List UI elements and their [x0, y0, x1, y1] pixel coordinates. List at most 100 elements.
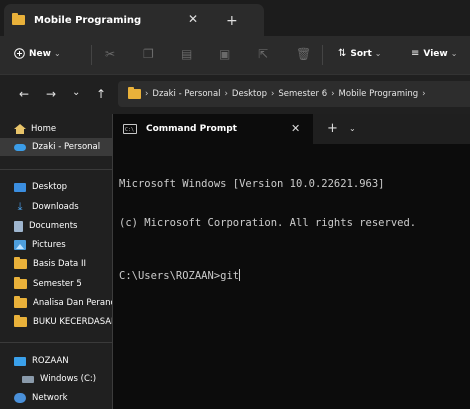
drive-icon	[22, 375, 34, 383]
sidebar-item-label: Downloads	[32, 202, 79, 212]
sidebar-item-desktop[interactable]: Desktop	[0, 178, 118, 196]
breadcrumb-item[interactable]: Dzaki - Personal	[152, 89, 220, 99]
file-explorer-window: Mobile Programing ✕ + New ⌄ ✂ ❐ ▤ ▣ ⇱ 🗑 …	[0, 0, 470, 409]
copy-icon[interactable]: ❐	[143, 47, 154, 61]
sidebar-item-pictures[interactable]: Pictures	[0, 236, 118, 254]
terminal-tab[interactable]: C:\ Command Prompt ✕	[113, 114, 313, 144]
paste-icon[interactable]: ▤	[181, 47, 192, 61]
terminal-tab-title: Command Prompt	[146, 124, 237, 134]
chevron-down-icon[interactable]: ⌄	[349, 124, 356, 133]
sort-button-label: Sort	[350, 48, 372, 59]
breadcrumb-separator: ›	[422, 89, 426, 99]
new-tab-icon[interactable]: +	[327, 121, 338, 136]
sidebar-item-label: Windows (C:)	[40, 374, 97, 384]
sidebar-item-label: Home	[31, 124, 57, 134]
sidebar-item-label: ROZAAN	[32, 356, 69, 366]
share-icon[interactable]: ⇱	[258, 47, 268, 61]
navigation-pane: Home Dzaki - Personal Desktop ⤓ Download…	[0, 114, 118, 409]
sort-button[interactable]: ⇅ Sort ⌄	[338, 48, 382, 59]
sidebar-item-buku[interactable]: BUKU KECERDASAN	[0, 313, 118, 331]
sidebar-item-network[interactable]: Network	[0, 389, 118, 407]
sidebar-item-this-pc[interactable]: ROZAAN	[0, 352, 118, 370]
close-tab-icon[interactable]: ✕	[291, 122, 300, 135]
terminal-prompt-line[interactable]: C:\Users\ROZAAN>git	[119, 269, 470, 283]
text-cursor	[239, 269, 241, 281]
navigation-bar: ← → ⌄ ↑ › Dzaki - Personal › Desktop › S…	[0, 74, 470, 115]
sort-icon: ⇅	[338, 48, 347, 59]
folder-icon	[14, 296, 27, 308]
sidebar-item-documents[interactable]: Documents	[0, 217, 118, 235]
chevron-down-icon: ⌄	[374, 49, 382, 58]
sidebar-item-analisa[interactable]: Analisa Dan Perancangan	[0, 294, 118, 312]
delete-icon[interactable]: 🗑	[296, 47, 311, 61]
sidebar-item-label: Dzaki - Personal	[32, 142, 101, 152]
sidebar-item-label: Analisa Dan Perancangan	[33, 298, 118, 308]
terminal-line: (c) Microsoft Corporation. All rights re…	[119, 217, 417, 229]
terminal-input[interactable]: git	[220, 270, 239, 282]
network-icon	[14, 393, 26, 403]
terminal-line: Microsoft Windows [Version 10.0.22621.96…	[119, 178, 385, 190]
divider	[322, 45, 323, 65]
cut-icon[interactable]: ✂	[105, 47, 115, 61]
folder-icon	[14, 257, 27, 269]
document-icon	[14, 220, 23, 232]
pictures-icon	[14, 240, 26, 250]
breadcrumb-item[interactable]: Mobile Programing	[339, 89, 419, 99]
sidebar-item-onedrive[interactable]: Dzaki - Personal	[0, 138, 118, 156]
sidebar-divider	[0, 169, 118, 170]
download-icon: ⤓	[17, 200, 23, 213]
sidebar-item-basis-data[interactable]: Basis Data II	[0, 255, 118, 273]
explorer-tab-title: Mobile Programing	[34, 14, 142, 26]
forward-arrow-icon[interactable]: →	[46, 87, 56, 101]
close-tab-icon[interactable]: ✕	[188, 12, 198, 26]
sidebar-item-label: Pictures	[32, 240, 66, 250]
recent-locations-icon[interactable]: ⌄	[72, 87, 80, 98]
divider	[91, 45, 92, 65]
folder-icon	[14, 315, 27, 327]
address-bar[interactable]: › Dzaki - Personal › Desktop › Semester …	[118, 81, 470, 107]
sidebar-item-semester-5[interactable]: Semester 5	[0, 275, 118, 293]
breadcrumb-separator: ›	[224, 89, 228, 99]
breadcrumb-separator: ›	[331, 89, 335, 99]
command-prompt-window[interactable]: C:\ Command Prompt ✕ + ⌄ Microsoft Windo…	[112, 114, 470, 409]
terminal-prompt: C:\Users\ROZAAN>	[119, 270, 221, 282]
cloud-icon	[14, 143, 26, 151]
view-icon: ≡	[411, 48, 420, 59]
explorer-tab-strip: Mobile Programing ✕ +	[0, 0, 470, 36]
terminal-output[interactable]: Microsoft Windows [Version 10.0.22621.96…	[119, 152, 470, 309]
breadcrumb-separator: ›	[270, 89, 275, 99]
new-button-label: New	[29, 48, 51, 59]
breadcrumb-item[interactable]: Semester 6	[278, 89, 327, 99]
folder-icon	[12, 13, 25, 25]
up-arrow-icon[interactable]: ↑	[96, 87, 106, 101]
sidebar-item-label: Semester 5	[33, 279, 82, 289]
desktop-icon	[14, 182, 26, 192]
command-bar: New ⌄ ✂ ❐ ▤ ▣ ⇱ 🗑 ⇅ Sort ⌄ ≡ View ⌄	[0, 36, 470, 74]
back-arrow-icon[interactable]: ←	[19, 87, 29, 101]
view-button[interactable]: ≡ View ⌄	[411, 48, 457, 59]
sidebar-divider	[0, 342, 118, 343]
sidebar-item-downloads[interactable]: ⤓ Downloads	[0, 198, 118, 216]
folder-icon	[14, 277, 27, 289]
breadcrumb-separator: ›	[145, 89, 149, 99]
sidebar-item-label: BUKU KECERDASAN	[33, 317, 118, 327]
breadcrumb-item[interactable]: Desktop	[232, 89, 267, 99]
new-tab-icon[interactable]: +	[226, 13, 238, 29]
plus-circle-icon	[14, 48, 25, 59]
chevron-down-icon: ⌄	[53, 49, 61, 58]
explorer-tab[interactable]: Mobile Programing ✕ +	[4, 4, 264, 36]
sidebar-item-windows-c[interactable]: Windows (C:)	[0, 370, 118, 388]
home-icon	[14, 124, 26, 134]
command-prompt-icon: C:\	[123, 124, 137, 134]
pc-icon	[14, 356, 26, 366]
rename-icon[interactable]: ▣	[219, 47, 230, 61]
new-button[interactable]: New ⌄	[14, 48, 61, 59]
terminal-title-bar: C:\ Command Prompt ✕ + ⌄	[113, 114, 470, 144]
sidebar-item-home[interactable]: Home	[0, 120, 118, 138]
sidebar-item-label: Network	[32, 393, 68, 403]
sidebar-item-label: Desktop	[32, 182, 68, 192]
sidebar-item-label: Basis Data II	[33, 259, 86, 269]
sidebar-item-label: Documents	[29, 221, 78, 231]
folder-icon	[128, 87, 141, 99]
view-button-label: View	[423, 48, 448, 59]
